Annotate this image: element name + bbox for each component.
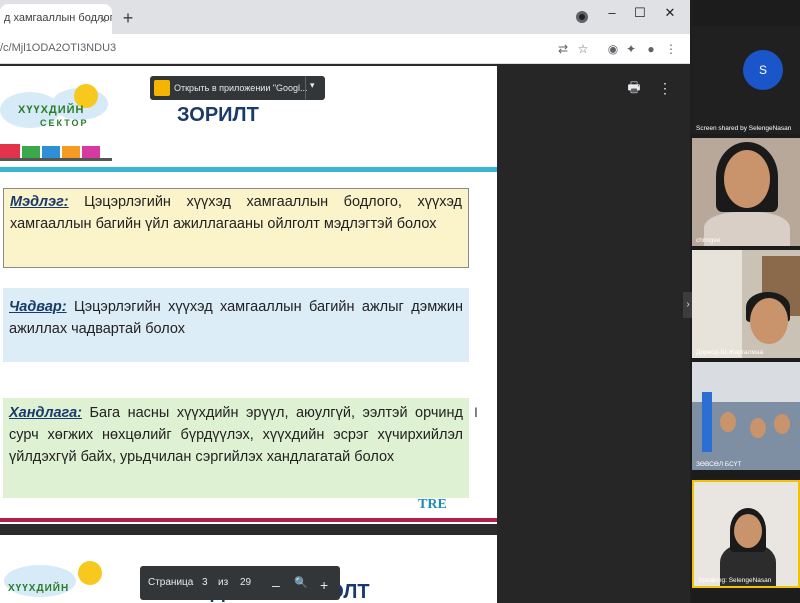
- extension-icon[interactable]: ◉: [604, 40, 622, 58]
- participant-face: [734, 514, 762, 548]
- text-cursor-icon: I: [474, 404, 478, 420]
- skill-box: Чадвар: Цэцэрлэгийн хүүхэд хамгааллын ба…: [3, 288, 469, 362]
- participant-face: [774, 414, 790, 434]
- print-icon[interactable]: 🖶: [626, 80, 642, 94]
- translate-icon[interactable]: ⇄: [554, 40, 572, 58]
- browser-tabbar: д хамгааллын бодлогын с × + – ☐ ✕: [0, 0, 690, 34]
- knowledge-box: Мэдлэг: Цэцэрлэгийн хүүхэд хамгааллын бо…: [3, 188, 469, 268]
- maximize-button[interactable]: ☐: [626, 3, 654, 23]
- more-options-icon[interactable]: ⋮: [658, 80, 672, 96]
- chevron-down-icon[interactable]: ▾: [310, 80, 315, 91]
- logo-text: ХҮҮХДИЙН: [18, 104, 85, 116]
- window-background: [692, 250, 742, 358]
- participant-tile-speaking[interactable]: Speaking: SelengeNasan: [692, 480, 800, 588]
- page-navigation-bar: Страница 3 из 29 – 🔍 +: [140, 566, 340, 600]
- menu-icon[interactable]: ⋮: [662, 40, 680, 58]
- zoom-in-button[interactable]: +: [320, 577, 328, 593]
- skill-term: Чадвар:: [9, 299, 67, 315]
- room-decoration: [702, 392, 712, 452]
- participant-face: [750, 298, 788, 344]
- logo-text-next: ХҮҮХДИЙН: [8, 583, 70, 594]
- new-tab-button[interactable]: +: [118, 8, 138, 28]
- zoom-icon: 🔍: [294, 577, 308, 589]
- participant-face: [750, 418, 766, 438]
- open-in-app-divider: [305, 76, 306, 100]
- pdf-page: ХҮҮХДИЙН СЕКТОР ЗОРИЛТ Мэдлэг: Цэцэрлэги…: [0, 66, 497, 524]
- pdf-viewer-margin: [497, 64, 690, 603]
- logo-subtext: СЕКТОР: [40, 118, 89, 128]
- title-divider: [0, 167, 497, 172]
- participant-label: ЗӨВСӨЛ БСҮТ: [696, 461, 742, 468]
- page-current[interactable]: 3: [202, 577, 208, 588]
- slide-title: ЗОРИЛТ: [177, 104, 259, 126]
- corner-logo-text: TRE: [418, 497, 447, 512]
- participant-tile-group[interactable]: ЗӨВСӨЛ БСҮТ: [692, 362, 800, 470]
- participant-label: chimgee: [696, 237, 721, 244]
- knowledge-term: Мэдлэг:: [10, 194, 69, 210]
- open-in-app-label: Открыть в приложении "Googl...: [174, 83, 308, 93]
- url-field[interactable]: /c/Mjl1ODA2OTI3NDU3: [0, 42, 116, 54]
- skill-text: Цэцэрлэгийн хүүхэд хамгааллын багийн ажл…: [9, 299, 463, 337]
- participant-label: Screen shared by SelengeNasan: [696, 125, 792, 132]
- participant-face: [724, 150, 770, 208]
- attitude-box: Хандлага: Бага насны хүүхдийн эрүүл, аюу…: [3, 398, 469, 498]
- browser-tab[interactable]: д хамгааллын бодлогын с ×: [0, 4, 112, 34]
- tab-close-icon[interactable]: ×: [96, 13, 110, 27]
- knowledge-text: Цэцэрлэгийн хүүхэд хамгааллын бодлого, х…: [10, 194, 462, 232]
- star-icon[interactable]: ☆: [574, 40, 592, 58]
- open-in-app-button[interactable]: Открыть в приложении "Googl... ▾: [150, 76, 325, 100]
- puzzle-icon[interactable]: ✦: [622, 40, 640, 58]
- screen-root: д хамгааллын бодлогын с × + – ☐ ✕ /c/Mjl…: [0, 0, 800, 603]
- page-label: Страница: [148, 577, 194, 588]
- google-slides-icon: [154, 80, 170, 96]
- recording-indicator-icon: [576, 11, 588, 23]
- participant-label: Дорнод-Ш.Жаргалмаа: [696, 349, 764, 356]
- page-of-label: из: [218, 577, 229, 588]
- participant-tile-dornod[interactable]: Дорнод-Ш.Жаргалмаа: [692, 250, 800, 358]
- page-bottom-divider: [0, 518, 497, 522]
- participant-label: Speaking: SelengeNasan: [698, 577, 772, 584]
- participant-tile-chimgee[interactable]: chimgee: [692, 138, 800, 246]
- minimize-button[interactable]: –: [598, 3, 626, 23]
- avatar: S: [743, 50, 783, 90]
- zoom-out-button[interactable]: –: [272, 577, 280, 593]
- sector-logo-next: [4, 561, 102, 597]
- address-bar: /c/Mjl1ODA2OTI3NDU3 ⇄ ☆ ◉ ✦ ● ⋮: [0, 34, 690, 64]
- participant-face: [720, 412, 736, 432]
- close-window-button[interactable]: ✕: [656, 3, 684, 23]
- attitude-term: Хандлага:: [9, 405, 82, 421]
- page-total: 29: [240, 577, 252, 588]
- profile-icon[interactable]: ●: [642, 40, 660, 58]
